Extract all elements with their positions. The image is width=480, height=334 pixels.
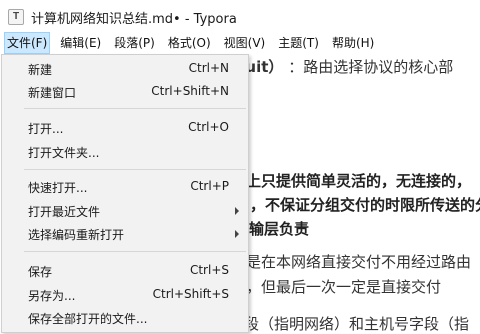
menu-edit[interactable]: 编辑(E) bbox=[57, 32, 104, 54]
menu-item-shortcut: Ctrl+P bbox=[190, 179, 229, 193]
menu-item-label: 选择编码重新打开 bbox=[28, 228, 125, 242]
menu-item-quick-open[interactable]: 快速打开... Ctrl+P bbox=[3, 175, 247, 198]
menu-item-open-folder[interactable]: 打开文件夹... bbox=[3, 140, 247, 163]
menu-separator bbox=[24, 251, 246, 252]
menu-help[interactable]: 帮助(H) bbox=[329, 32, 377, 54]
doc-line: 是在本网络直接交付不用经过路由 bbox=[246, 253, 472, 271]
doc-line: ，但最后一次一定是直接交付 bbox=[246, 278, 442, 296]
doc-line: ，不保证分组交付的时限所传送的分 bbox=[250, 196, 480, 214]
menu-item-shortcut: Ctrl+Shift+N bbox=[151, 84, 229, 98]
menu-file[interactable]: 文件(F) bbox=[4, 32, 51, 54]
menu-separator bbox=[24, 108, 246, 109]
menu-item-label: 保存 bbox=[28, 265, 53, 279]
menu-item-label: 新建窗口 bbox=[28, 86, 77, 100]
menu-item-label: 新建 bbox=[28, 63, 53, 77]
menu-item-reopen-with-encoding[interactable]: 选择编码重新打开 bbox=[3, 222, 247, 245]
submenu-arrow-icon bbox=[235, 207, 239, 215]
menu-item-label: 另存为... bbox=[28, 289, 76, 303]
menu-item-save[interactable]: 保存 Ctrl+S bbox=[3, 259, 247, 282]
doc-text-fragment: ：路由选择协议的核心部 bbox=[283, 58, 454, 76]
menu-item-label: 保存全部打开的文件... bbox=[28, 312, 148, 326]
menu-item-label: 打开最近文件 bbox=[28, 205, 101, 219]
typora-app-icon: T bbox=[8, 9, 24, 25]
menu-themes[interactable]: 主题(T) bbox=[275, 32, 322, 54]
title-bar: T 计算机网络知识总结.md• - Typora bbox=[0, 0, 480, 32]
menu-item-open-recent[interactable]: 打开最近文件 bbox=[3, 199, 247, 222]
doc-line: ircuit） ：路由选择协议的核心部 bbox=[224, 56, 453, 77]
doc-line: 段（指明网络）和主机号字段（指 bbox=[244, 315, 470, 333]
doc-line: 上只提供简单灵活的，无连接的， bbox=[246, 172, 472, 190]
menu-paragraph[interactable]: 段落(P) bbox=[111, 32, 158, 54]
menu-item-open[interactable]: 打开... Ctrl+O bbox=[3, 116, 247, 139]
menu-bar: 文件(F) 编辑(E) 段落(P) 格式(O) 视图(V) 主题(T) 帮助(H… bbox=[0, 32, 480, 54]
window-title: 计算机网络知识总结.md• - Typora bbox=[31, 12, 237, 27]
menu-item-shortcut: Ctrl+S bbox=[189, 263, 229, 277]
menu-view[interactable]: 视图(V) bbox=[221, 32, 269, 54]
menu-item-new-window[interactable]: 新建窗口 Ctrl+Shift+N bbox=[3, 80, 247, 103]
menu-item-new[interactable]: 新建 Ctrl+N bbox=[3, 57, 247, 80]
file-menu-dropdown: 新建 Ctrl+N 新建窗口 Ctrl+Shift+N 打开... Ctrl+O… bbox=[1, 54, 249, 333]
menu-item-shortcut: Ctrl+O bbox=[188, 120, 229, 134]
submenu-arrow-icon bbox=[235, 230, 239, 238]
menu-item-save-all[interactable]: 保存全部打开的文件... bbox=[3, 306, 247, 329]
menu-item-label: 打开... bbox=[28, 122, 64, 136]
menu-item-label: 打开文件夹... bbox=[28, 146, 100, 160]
menu-item-shortcut: Ctrl+Shift+S bbox=[152, 287, 229, 301]
menu-item-save-as[interactable]: 另存为... Ctrl+Shift+S bbox=[3, 283, 247, 306]
menu-item-shortcut: Ctrl+N bbox=[188, 61, 229, 75]
menu-item-label: 快速打开... bbox=[28, 181, 88, 195]
menu-format[interactable]: 格式(O) bbox=[165, 32, 214, 54]
menu-separator bbox=[24, 169, 246, 170]
